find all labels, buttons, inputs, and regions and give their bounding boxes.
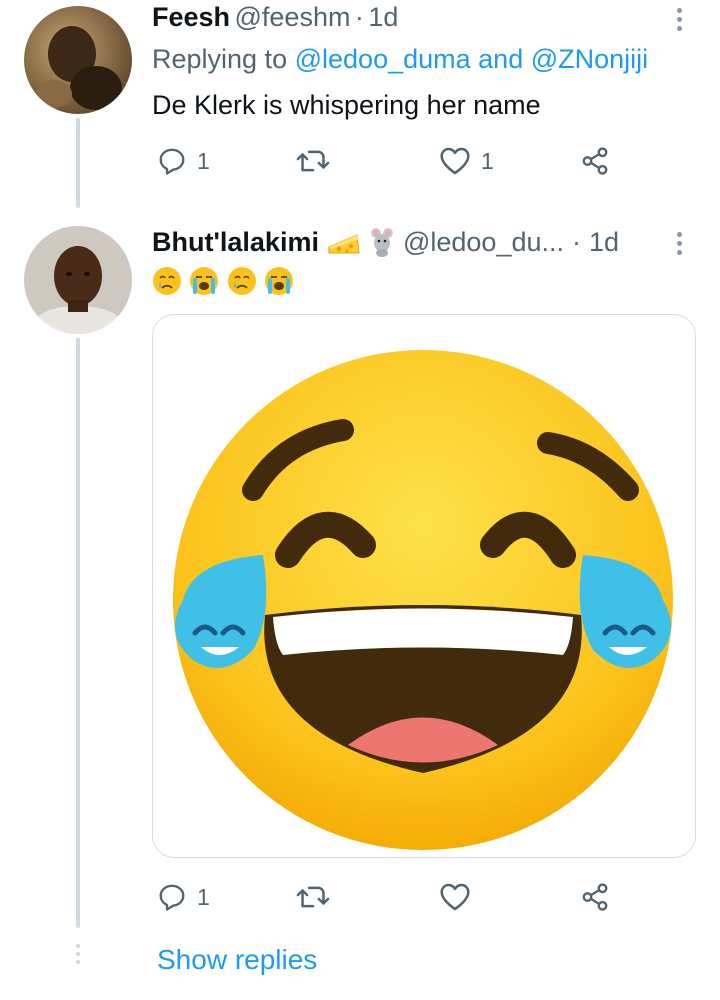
reply-button[interactable]: 1 bbox=[157, 882, 210, 912]
separator: · bbox=[354, 2, 364, 32]
retweet-button[interactable] bbox=[296, 882, 330, 912]
reply-button[interactable]: 1 bbox=[157, 146, 210, 176]
tweet-text-emojis bbox=[152, 266, 297, 296]
display-name[interactable]: Feesh bbox=[152, 2, 230, 32]
share-button[interactable] bbox=[580, 882, 610, 912]
reply-icon bbox=[159, 884, 185, 911]
face-with-tears-of-joy-icon bbox=[173, 350, 673, 850]
heart-icon bbox=[440, 147, 470, 175]
handle[interactable]: @ledoo_du... bbox=[403, 227, 564, 258]
crying-face-icon bbox=[227, 267, 256, 295]
reply-count: 1 bbox=[197, 883, 210, 910]
thread-continuation-dots bbox=[76, 944, 80, 964]
timestamp[interactable]: 1d bbox=[368, 2, 398, 32]
replying-to: Replying to @ledoo_duma and @ZNonjiji bbox=[152, 44, 648, 75]
timestamp[interactable]: 1d bbox=[589, 227, 619, 258]
mention-link[interactable]: @ZNonjiji bbox=[531, 44, 648, 74]
tweet-header: Bhut'lalakimi @ledoo_du... · 1d bbox=[152, 226, 619, 258]
reply-icon bbox=[159, 148, 185, 175]
thread-line bbox=[76, 118, 80, 208]
heart-icon bbox=[440, 883, 470, 911]
more-options-icon[interactable] bbox=[677, 8, 682, 31]
handle[interactable]: @feeshm bbox=[235, 2, 351, 32]
crying-face-icon bbox=[153, 267, 181, 295]
tweet-text: De Klerk is whispering her name bbox=[152, 90, 541, 120]
loudly-crying-face-icon bbox=[265, 267, 294, 295]
retweet-icon bbox=[296, 150, 330, 172]
separator: · bbox=[572, 226, 581, 257]
share-icon bbox=[582, 883, 608, 911]
replying-prefix: Replying to bbox=[152, 44, 288, 74]
avatar-image bbox=[24, 6, 132, 114]
avatar-feesh[interactable] bbox=[24, 6, 132, 114]
more-options-icon[interactable] bbox=[677, 232, 682, 255]
share-icon bbox=[582, 147, 608, 175]
avatar-image bbox=[24, 226, 132, 334]
avatar-bhutlalakimi[interactable] bbox=[24, 226, 132, 334]
mention-link[interactable]: @ledoo_duma bbox=[295, 44, 471, 74]
mouse-icon bbox=[370, 228, 393, 257]
like-button[interactable] bbox=[439, 882, 471, 912]
like-count: 1 bbox=[481, 147, 494, 174]
media-image[interactable] bbox=[152, 314, 696, 858]
show-replies-link[interactable]: Show replies bbox=[157, 944, 317, 976]
loudly-crying-face-icon bbox=[190, 267, 219, 295]
tweet-header: Feesh @feeshm · 1d bbox=[152, 2, 398, 33]
thread-line bbox=[76, 338, 80, 928]
reply-count: 1 bbox=[197, 147, 210, 174]
share-button[interactable] bbox=[580, 146, 610, 176]
cheese-icon bbox=[328, 234, 360, 254]
mention-and[interactable]: and bbox=[478, 44, 523, 74]
retweet-icon bbox=[296, 886, 330, 908]
display-name[interactable]: Bhut'lalakimi bbox=[152, 227, 319, 258]
like-button[interactable]: 1 bbox=[439, 146, 494, 176]
retweet-button[interactable] bbox=[296, 146, 330, 176]
